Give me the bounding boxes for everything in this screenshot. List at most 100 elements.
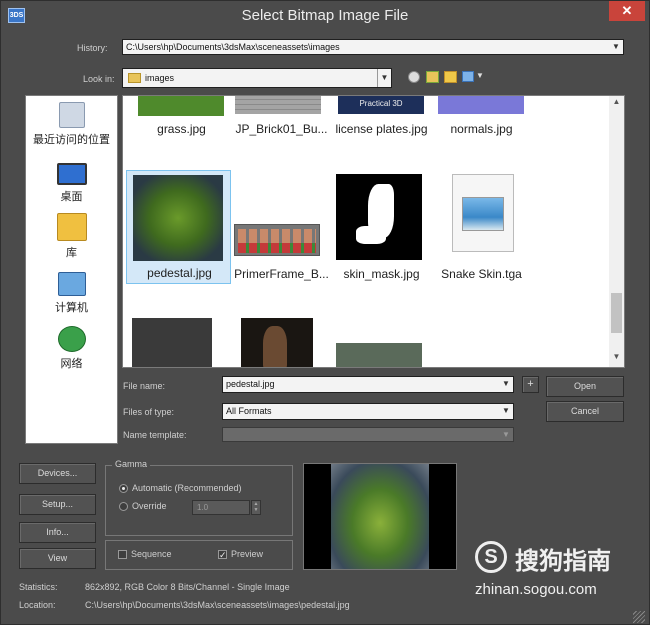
chevron-down-icon: ▼ (502, 379, 510, 388)
scroll-down-icon[interactable]: ▼ (609, 352, 624, 366)
file-name: JP_Brick01_Bu... (235, 122, 328, 136)
file-item[interactable] (329, 316, 434, 367)
view-menu-icon[interactable]: ▼ (462, 71, 484, 83)
folder-icon (128, 73, 141, 83)
add-suffix-button[interactable]: + (522, 376, 539, 393)
file-name: PrimerFrame_B... (234, 267, 329, 281)
file-item[interactable]: normals.jpg (429, 96, 534, 142)
filetype-label: Files of type: (123, 407, 175, 417)
file-item[interactable]: skin_mask.jpg (329, 170, 434, 284)
override-radio[interactable] (119, 502, 128, 511)
file-item[interactable]: grass.jpg (129, 96, 234, 142)
up-folder-icon[interactable] (426, 71, 439, 83)
file-item[interactable]: JP_Brick01_Bu... (229, 96, 334, 142)
place-desktop[interactable]: 桌面 (26, 163, 117, 204)
devices-button[interactable]: Devices... (19, 463, 96, 484)
place-label: 计算机 (55, 302, 88, 314)
filename-label: File name: (123, 381, 166, 391)
filetype-value: All Formats (226, 406, 272, 416)
options-group: Sequence ✓ Preview (105, 540, 293, 570)
lookin-dropdown[interactable]: images ▼ (122, 68, 392, 88)
file-name: grass.jpg (157, 122, 206, 136)
watermark-url: zhinan.sogou.com (475, 581, 597, 598)
file-thumbnail (452, 174, 514, 252)
places-sidebar: 最近访问的位置 桌面 库 计算机 网络 (25, 95, 118, 444)
close-button[interactable]: ✕ (609, 1, 645, 21)
info-button[interactable]: Info... (19, 522, 96, 543)
filename-value: pedestal.jpg (226, 379, 275, 389)
gamma-group: Gamma Automatic (Recommended) Override 1… (105, 459, 293, 536)
filetype-dropdown[interactable]: All Formats ▼ (222, 403, 514, 420)
view-button[interactable]: View (19, 548, 96, 569)
filename-input[interactable]: pedestal.jpg ▼ (222, 376, 514, 393)
file-item[interactable] (129, 316, 234, 367)
recent-places-icon (58, 102, 85, 128)
chevron-down-icon: ▼ (377, 69, 391, 87)
file-thumbnail (336, 343, 422, 367)
nametemplate-dropdown[interactable]: ▼ (222, 427, 514, 442)
file-thumbnail (336, 174, 422, 260)
nametemplate-label: Name template: (123, 430, 187, 440)
libraries-icon (56, 213, 87, 241)
file-item[interactable]: Practical 3D license plates.jpg (329, 96, 434, 142)
file-thumbnail (235, 96, 321, 114)
place-label: 网络 (60, 358, 83, 370)
file-item-selected[interactable]: pedestal.jpg (126, 170, 231, 284)
file-thumbnail (241, 318, 313, 367)
file-thumbnail (138, 96, 224, 116)
cancel-button[interactable]: Cancel (546, 401, 624, 422)
statistics-value: 862x892, RGB Color 8 Bits/Channel - Sing… (85, 582, 290, 592)
automatic-radio[interactable] (119, 484, 128, 493)
file-item[interactable]: Snake Skin.tga (429, 170, 534, 284)
file-item[interactable]: PrimerFrame_B... (229, 170, 334, 284)
chevron-down-icon: ▼ (502, 406, 510, 415)
location-label: Location: (19, 600, 56, 610)
sequence-label: Sequence (131, 549, 172, 559)
file-name: skin_mask.jpg (343, 267, 420, 281)
override-spinner[interactable]: ▲ ▼ (251, 500, 261, 515)
file-name: license plates.jpg (335, 122, 428, 136)
file-list-scrollbar[interactable]: ▲ ▼ (609, 96, 624, 367)
scrollbar-thumb[interactable] (611, 293, 622, 333)
file-name: normals.jpg (450, 122, 513, 136)
sogou-logo-icon: S (475, 541, 507, 573)
file-name: pedestal.jpg (147, 266, 212, 280)
title-bar[interactable]: 3DS Select Bitmap Image File ✕ (1, 1, 649, 31)
file-item[interactable] (229, 316, 334, 367)
preview-label: Preview (231, 549, 264, 559)
place-network[interactable]: 网络 (26, 326, 117, 371)
history-label: History: (77, 43, 108, 53)
statistics-label: Statistics: (19, 582, 58, 592)
network-icon (57, 326, 86, 352)
place-label: 桌面 (60, 191, 83, 203)
lookin-value: images (145, 73, 175, 83)
sogou-watermark: S 搜狗指南 zhinan.sogou.com (471, 537, 641, 607)
back-icon[interactable] (408, 71, 420, 83)
history-dropdown[interactable]: C:\Users\hp\Documents\3dsMax\sceneassets… (122, 39, 624, 55)
sequence-checkbox[interactable] (118, 550, 127, 559)
file-thumbnail: Practical 3D (338, 96, 424, 114)
place-label: 库 (66, 247, 77, 259)
computer-icon (57, 272, 86, 296)
place-label: 最近访问的位置 (33, 134, 110, 146)
automatic-label: Automatic (Recommended) (132, 483, 242, 493)
place-recent[interactable]: 最近访问的位置 (26, 102, 117, 147)
file-name: Snake Skin.tga (441, 267, 522, 281)
lookin-label: Look in: (83, 74, 115, 84)
new-folder-icon[interactable] (444, 71, 457, 83)
chevron-down-icon: ▼ (502, 430, 510, 439)
file-thumbnail (234, 224, 320, 256)
resize-grip-icon[interactable] (633, 611, 645, 623)
place-libraries[interactable]: 库 (26, 213, 117, 260)
place-computer[interactable]: 计算机 (26, 272, 117, 315)
image-preview (303, 463, 457, 570)
override-label: Override (132, 501, 167, 511)
watermark-brand: 搜狗指南 (515, 548, 611, 575)
setup-button[interactable]: Setup... (19, 494, 96, 515)
scroll-up-icon[interactable]: ▲ (609, 97, 624, 111)
open-button[interactable]: Open (546, 376, 624, 397)
file-thumbnail (438, 96, 524, 114)
chevron-down-icon: ▼ (612, 42, 620, 51)
override-value-field[interactable]: 1.0 (192, 500, 250, 515)
preview-checkbox[interactable]: ✓ (218, 550, 227, 560)
